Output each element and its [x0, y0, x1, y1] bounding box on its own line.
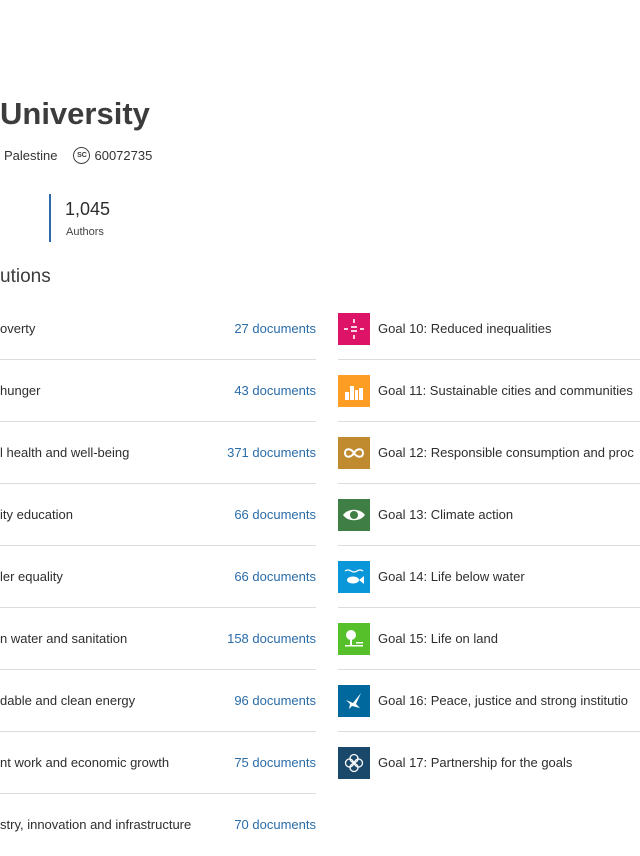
sdg-label: Goal 12: Responsible consumption and pro… — [378, 445, 634, 460]
sdg-label: nt work and economic growth — [0, 755, 170, 770]
sdg-row: Goal 10: Reduced inequalities — [338, 298, 640, 360]
page-title: University — [0, 96, 150, 131]
authors-count: 1,045 — [65, 199, 111, 219]
sdg-label: ity education — [0, 507, 73, 522]
climate-eye-icon — [338, 499, 370, 531]
sdg-label: ler equality — [0, 569, 63, 584]
infinity-icon — [338, 437, 370, 469]
sdg-label: Goal 10: Reduced inequalities — [378, 321, 552, 336]
sdg-row: Goal 17: Partnership for the goals — [338, 732, 640, 794]
sdg-row: Goal 12: Responsible consumption and pro… — [338, 422, 640, 484]
sdg-documents-link[interactable]: 158 documents — [227, 608, 316, 670]
stat-divider — [49, 194, 51, 242]
sdg-row: stry, innovation and infrastructure 70 d… — [0, 794, 316, 856]
sdg-row: hunger 43 documents — [0, 360, 316, 422]
sdg-row: overty 27 documents — [0, 298, 316, 360]
sdg-label: Goal 14: Life below water — [378, 569, 525, 584]
sdg-row: Goal 13: Climate action — [338, 484, 640, 546]
sdg-row: l health and well-being 371 documents — [0, 422, 316, 484]
sdg-documents-link[interactable]: 70 documents — [234, 794, 316, 856]
sdg-label: Goal 16: Peace, justice and strong insti… — [378, 693, 629, 708]
sdg-label: hunger — [0, 383, 41, 398]
sdg-documents-link[interactable]: 96 documents — [234, 670, 316, 732]
dove-icon — [338, 685, 370, 717]
sdg-documents-link[interactable]: 43 documents — [234, 360, 316, 422]
authors-label: Authors — [66, 226, 104, 238]
sdg-label: l health and well-being — [0, 445, 130, 460]
sdg-label: n water and sanitation — [0, 631, 128, 646]
sdg-documents-link[interactable]: 371 documents — [227, 422, 316, 484]
sdg-label: Goal 13: Climate action — [378, 507, 514, 522]
scopus-id-icon: SC — [73, 147, 91, 164]
sdg-row: ler equality 66 documents — [0, 546, 316, 608]
sdg-label: Goal 15: Life on land — [378, 631, 498, 646]
reduced-inequalities-icon — [338, 313, 370, 345]
scopus-id-text: 60072735 — [94, 148, 153, 163]
sdg-row: Goal 11: Sustainable cities and communit… — [338, 360, 640, 422]
sdg-documents-link[interactable]: 75 documents — [234, 732, 316, 794]
sdg-documents-link[interactable]: 66 documents — [234, 546, 316, 608]
sdg-label: stry, innovation and infrastructure — [0, 817, 192, 832]
sdg-row: dable and clean energy 96 documents — [0, 670, 316, 732]
fish-icon — [338, 561, 370, 593]
sdg-row: n water and sanitation 158 documents — [0, 608, 316, 670]
sdg-documents-link[interactable]: 66 documents — [234, 484, 316, 546]
sdg-documents-link[interactable]: 27 documents — [234, 298, 316, 360]
sdg-row: Goal 16: Peace, justice and strong insti… — [338, 670, 640, 732]
sdg-label: dable and clean energy — [0, 693, 136, 708]
location-text: Palestine — [4, 148, 58, 163]
sdg-label: Goal 17: Partnership for the goals — [378, 755, 573, 770]
sdg-row: Goal 14: Life below water — [338, 546, 640, 608]
sdg-label: Goal 11: Sustainable cities and communit… — [378, 383, 633, 398]
sustainable-cities-icon — [338, 375, 370, 407]
partnership-icon — [338, 747, 370, 779]
tree-icon — [338, 623, 370, 655]
sdg-row: ity education 66 documents — [0, 484, 316, 546]
sdg-row: nt work and economic growth 75 documents — [0, 732, 316, 794]
institution-meta: Palestine SC 60072735 — [4, 147, 152, 164]
sdg-label: overty — [0, 321, 36, 336]
sdg-row: Goal 15: Life on land — [338, 608, 640, 670]
section-title: utions — [0, 266, 51, 287]
